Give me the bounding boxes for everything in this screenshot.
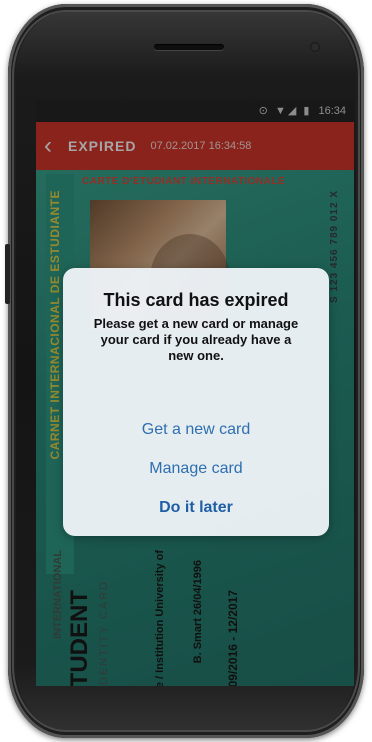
dialog-message: Please get a new card or manage your car… <box>93 316 299 363</box>
phone-screen: ⊙ ▼◢ ▮ 16:34 ‹ EXPIRED 07.02.2017 16:34:… <box>36 100 354 686</box>
front-camera <box>310 42 320 52</box>
earpiece-speaker <box>154 44 224 50</box>
expired-dialog: This card has expired Please get a new c… <box>63 268 329 536</box>
get-new-card-button[interactable]: Get a new card <box>63 414 329 446</box>
do-it-later-button[interactable]: Do it later <box>63 492 329 524</box>
manage-card-button[interactable]: Manage card <box>63 453 329 485</box>
volume-button <box>5 244 10 304</box>
dialog-title: This card has expired <box>103 290 289 310</box>
